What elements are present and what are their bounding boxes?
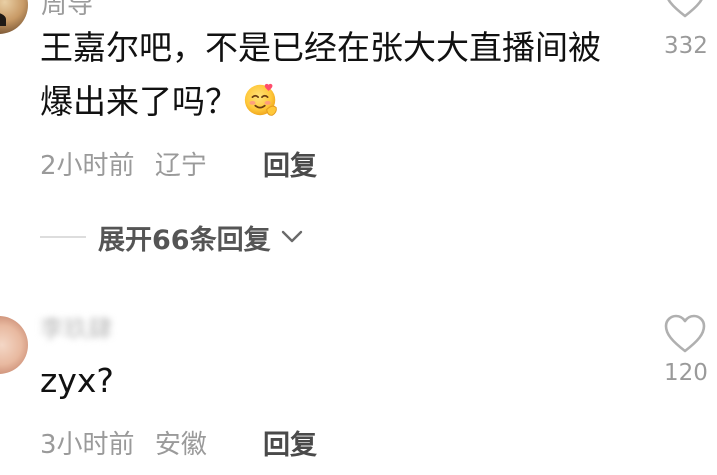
expand-replies-button[interactable]: 展开66条回复 xyxy=(40,217,305,257)
smiling-face-with-heart-hands-icon xyxy=(244,83,277,116)
comment-username[interactable]: 李玖肆 xyxy=(40,309,112,344)
avatar[interactable] xyxy=(0,316,28,374)
comment-time: 3小时前 xyxy=(40,430,135,460)
chevron-down-icon xyxy=(281,230,302,243)
comment-text: 王嘉尔吧，不是已经在张大大直播间被爆出来了吗？ xyxy=(40,21,630,129)
like-button[interactable] xyxy=(662,0,710,20)
comment-body: 王嘉尔吧，不是已经在张大大直播间被爆出来了吗？ xyxy=(40,28,601,121)
comment-location: 安徽 xyxy=(154,430,207,460)
comment-location: 辽宁 xyxy=(154,151,207,181)
comment-text: zyx? xyxy=(40,361,114,400)
heart-outline-icon xyxy=(667,0,703,18)
comment-username[interactable]: 周导 xyxy=(41,0,93,21)
expand-divider xyxy=(40,236,86,238)
comment-meta: 2小时前 辽宁 xyxy=(40,145,207,182)
reply-button[interactable]: 回复 xyxy=(263,144,317,183)
like-button[interactable] xyxy=(662,313,710,355)
comment-time: 2小时前 xyxy=(40,151,135,181)
avatar[interactable] xyxy=(0,0,28,34)
reply-button[interactable]: 回复 xyxy=(263,423,317,462)
like-count: 332 xyxy=(664,33,708,59)
heart-outline-icon xyxy=(664,314,706,353)
expand-replies-label: 展开66条回复 xyxy=(98,224,271,256)
like-count: 120 xyxy=(664,360,708,386)
comment-meta: 3小时前 安徽 xyxy=(40,424,207,461)
